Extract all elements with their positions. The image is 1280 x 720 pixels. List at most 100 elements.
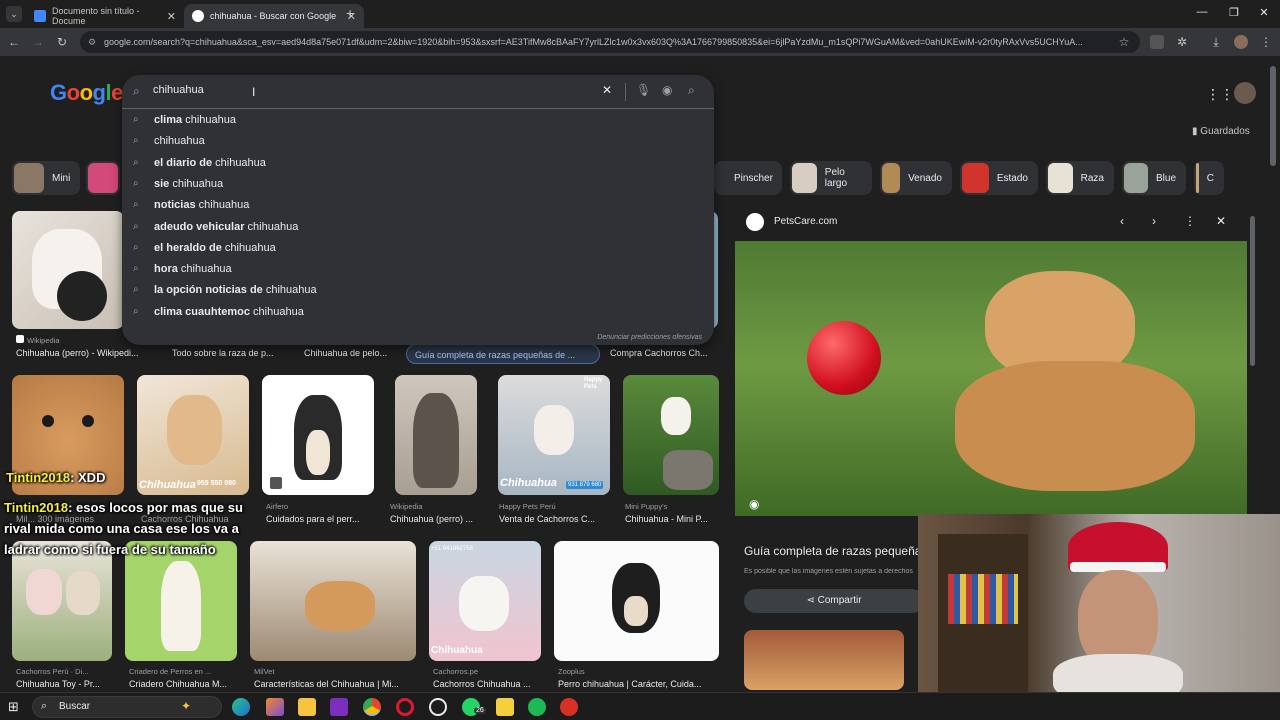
- result-title[interactable]: Criadero Chihuahua M...: [129, 679, 237, 689]
- search-input[interactable]: [153, 84, 553, 96]
- result-title[interactable]: Cachorros Chihuahua ...: [433, 679, 541, 689]
- menu-icon[interactable]: ⋮: [1258, 35, 1274, 49]
- tab-search-button[interactable]: ⌄: [6, 6, 22, 22]
- site-info-icon[interactable]: ⚙: [88, 31, 96, 53]
- forward-icon[interactable]: →: [30, 35, 46, 49]
- chip-pelo-largo[interactable]: Pelo largo: [790, 161, 872, 195]
- extensions-puzzle-icon[interactable]: ✲: [1174, 35, 1190, 49]
- suggestion-item[interactable]: ⌕ clima cuauhtemoc chihuahua: [122, 303, 714, 324]
- image-result[interactable]: [262, 375, 374, 495]
- suggestion-item[interactable]: ⌕ el diario de chihuahua: [122, 154, 714, 175]
- chatgpt-icon[interactable]: [429, 698, 447, 716]
- result-title[interactable]: Chihuahua de pelo...: [304, 348, 404, 358]
- result-title[interactable]: Chihuahua - Mini P...: [625, 514, 717, 524]
- preview-title[interactable]: Guía completa de razas pequeñas: [744, 544, 924, 558]
- result-title[interactable]: Perro chihuahua | Carácter, Cuida...: [558, 679, 718, 689]
- bookmark-star-icon[interactable]: ☆: [1116, 35, 1132, 49]
- image-result[interactable]: [395, 375, 477, 495]
- search-submit-icon[interactable]: ⌕: [688, 83, 695, 98]
- extension-icon[interactable]: [1150, 35, 1164, 49]
- minimize-button[interactable]: —: [1192, 6, 1212, 18]
- image-result[interactable]: +51 941862758 Chihuahua: [429, 541, 541, 661]
- chip-pinscher[interactable]: Pinscher: [714, 161, 782, 195]
- image-result[interactable]: [12, 211, 124, 329]
- spotify-icon[interactable]: [528, 698, 546, 716]
- result-title[interactable]: Cuidados para el perr...: [266, 514, 376, 524]
- suggestion-item[interactable]: ⌕ la opción noticias de chihuahua: [122, 281, 714, 302]
- result-title[interactable]: Chihuahua (perro) ...: [390, 514, 490, 524]
- result-title[interactable]: Compra Cachorros Ch...: [610, 348, 718, 358]
- suggestion-item[interactable]: ⌕ el heraldo de chihuahua: [122, 239, 714, 260]
- notes-icon[interactable]: [496, 698, 514, 716]
- scrollbar[interactable]: [1270, 66, 1276, 166]
- chip-raza[interactable]: Raza: [1046, 161, 1114, 195]
- profile-avatar[interactable]: [1234, 35, 1248, 49]
- taskbar-search[interactable]: ⌕ Buscar ✦: [32, 696, 222, 718]
- clear-icon[interactable]: ✕: [602, 83, 612, 97]
- preview-header: PetsCare.com ‹ › ⋮ ✕: [744, 212, 1244, 234]
- app-icon-red[interactable]: [560, 698, 578, 716]
- tab-docs[interactable]: Documento sin título - Docume ✕: [26, 4, 184, 28]
- file-explorer-icon[interactable]: [298, 698, 316, 716]
- close-preview-icon[interactable]: ✕: [1216, 214, 1226, 228]
- download-icon[interactable]: ⤓: [1208, 35, 1224, 50]
- chip-partial[interactable]: [86, 161, 120, 195]
- more-options-icon[interactable]: ⋮: [1184, 214, 1196, 228]
- copilot-icon[interactable]: [266, 698, 284, 716]
- url-input[interactable]: ⚙ google.com/search?q=chihuahua&sca_esv=…: [80, 31, 1140, 53]
- share-button[interactable]: ⋖ Compartir: [744, 589, 924, 613]
- chrome-icon[interactable]: [363, 698, 381, 716]
- result-title[interactable]: Características del Chihuahua | Mi...: [254, 679, 414, 689]
- tab-strip: ⌄ Documento sin título - Docume ✕ chihua…: [0, 0, 1280, 28]
- result-title[interactable]: Chihuahua (perro) - Wikipedi...: [16, 348, 156, 358]
- back-icon[interactable]: ←: [6, 35, 22, 49]
- save-image-icon[interactable]: [270, 477, 282, 489]
- lens-search-icon[interactable]: ◉: [749, 497, 759, 511]
- reload-icon[interactable]: ↻: [54, 35, 70, 49]
- opera-icon[interactable]: [396, 698, 414, 716]
- image-result[interactable]: [250, 541, 416, 661]
- related-image[interactable]: [744, 630, 904, 690]
- preview-image[interactable]: ◉: [735, 241, 1247, 516]
- image-result[interactable]: [623, 375, 719, 495]
- result-title[interactable]: Todo sobre la raza de p...: [172, 348, 292, 358]
- apps-grid-icon[interactable]: ⋮⋮: [1206, 86, 1234, 103]
- suggestion-item[interactable]: ⌕ hora chihuahua: [122, 260, 714, 281]
- close-icon[interactable]: ✕: [167, 10, 176, 23]
- result-title-selected[interactable]: Guía completa de razas pequeñas de ...: [406, 344, 600, 364]
- suggestion-item[interactable]: ⌕ clima chihuahua: [122, 111, 714, 132]
- panel-scrollbar[interactable]: [1250, 216, 1255, 366]
- app-icon-purple[interactable]: [330, 698, 348, 716]
- search-suggestions-dropdown: ⌕ I ✕ 🎙 ◉ ⌕ ⌕ clima chihuahua ⌕ chihuahua ⌕ e…: [122, 75, 714, 345]
- chip-blue[interactable]: Blue: [1122, 161, 1186, 195]
- image-result[interactable]: Happy Pets Chihuahua 931 879 680: [498, 375, 610, 495]
- tab-google[interactable]: chihuahua - Buscar con Google ✕: [184, 4, 364, 28]
- preview-site-name[interactable]: PetsCare.com: [774, 216, 837, 227]
- image-result[interactable]: [554, 541, 719, 661]
- restore-button[interactable]: ❐: [1224, 6, 1244, 19]
- microphone-icon[interactable]: 🎙: [636, 83, 651, 97]
- suggestion-item[interactable]: ⌕ adeudo vehicular chihuahua: [122, 218, 714, 239]
- report-predictions-link[interactable]: Denunciar predicciones ofensivas: [597, 334, 702, 341]
- google-logo[interactable]: Google: [50, 80, 123, 106]
- chip-venado[interactable]: Venado: [880, 161, 952, 195]
- previous-icon[interactable]: ‹: [1120, 214, 1124, 228]
- suggestion-item[interactable]: ⌕ sie chihuahua: [122, 175, 714, 196]
- new-tab-button[interactable]: +: [346, 5, 354, 21]
- windows-start-icon[interactable]: ⊞: [8, 699, 19, 715]
- result-title[interactable]: Venta de Cachorros C...: [499, 514, 609, 524]
- window-close-button[interactable]: ✕: [1254, 6, 1274, 19]
- result-title[interactable]: Chihuahua Toy - Pr...: [16, 679, 114, 689]
- next-icon[interactable]: ›: [1152, 214, 1156, 228]
- chip-c[interactable]: C: [1194, 161, 1224, 195]
- chip-estado[interactable]: Estado: [960, 161, 1038, 195]
- suggestion-item[interactable]: ⌕ chihuahua: [122, 132, 714, 153]
- search-icon: ⌕: [133, 135, 139, 147]
- edge-icon[interactable]: [232, 698, 250, 716]
- image-result[interactable]: 955 550 080 Chihuahua: [137, 375, 249, 495]
- saved-link[interactable]: ▮ Guardados: [1192, 126, 1250, 137]
- lens-camera-icon[interactable]: ◉: [662, 83, 672, 97]
- chip-mini[interactable]: Mini: [12, 161, 81, 195]
- account-avatar[interactable]: [1234, 82, 1256, 104]
- suggestion-item[interactable]: ⌕ noticias chihuahua: [122, 196, 714, 217]
